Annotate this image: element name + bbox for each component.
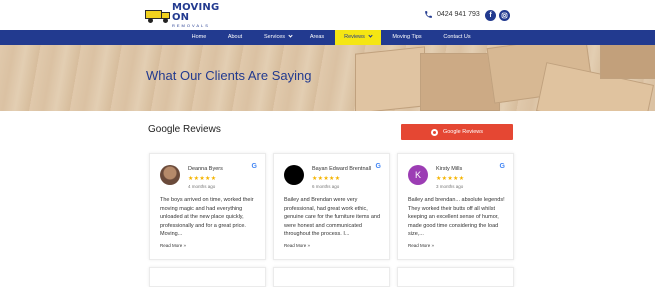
review-time: 4 months ago (188, 184, 216, 189)
nav-about[interactable]: About (220, 30, 250, 45)
google-icon: G (251, 163, 257, 170)
hero-box-image (355, 46, 425, 111)
chevron-down-icon (368, 33, 373, 38)
review-card-partial (273, 267, 390, 287)
review-text: Bailey and Brendan were very professiona… (284, 197, 381, 238)
review-time: 6 months ago (312, 184, 340, 189)
nav-home[interactable]: Home (183, 30, 215, 45)
google-reviews-button-label: Google Reviews (442, 129, 484, 135)
review-time: 3 months ago (436, 184, 464, 189)
nav-services[interactable]: Services (256, 30, 300, 45)
hero-banner: What Our Clients Are Saying (0, 45, 655, 111)
star-rating: ★★★★★ (436, 176, 465, 182)
nav-moving-tips[interactable]: Moving Tips (386, 30, 428, 45)
reviewer-name: Kirsty Mills (436, 166, 463, 172)
logo-sub-text: REMOVALS (171, 22, 210, 28)
reviewer-name: Deanna Byers (188, 166, 223, 172)
nav-reviews-label: Reviews (344, 34, 365, 40)
reviewer-name: Bayan Edward Brentnall (312, 166, 372, 172)
facebook-icon[interactable]: f (485, 10, 496, 21)
star-rating: ★★★★★ (188, 176, 217, 182)
google-reviews-button[interactable]: Google Reviews (401, 124, 513, 140)
main-nav: Home About Services Areas Reviews Moving… (0, 30, 655, 45)
star-rating: ★★★★★ (312, 176, 341, 182)
phone-link[interactable]: 0424 941 793 (424, 10, 480, 19)
google-icon: G (499, 163, 505, 170)
hero-box-image (536, 62, 654, 111)
review-card: Bayan Edward Brentnall ★★★★★ 6 months ag… (273, 153, 390, 260)
chevron-down-icon (288, 33, 293, 38)
review-text: Bailey and brendan... absolute legends! … (408, 197, 505, 238)
phone-number: 0424 941 793 (437, 11, 480, 18)
review-card-partial (149, 267, 266, 287)
read-more-link[interactable]: Read More » (284, 243, 310, 248)
read-more-link[interactable]: Read More » (160, 243, 186, 248)
site-logo[interactable]: MOVING ON REMOVALS (145, 1, 235, 27)
page-title: What Our Clients Are Saying (146, 68, 312, 83)
review-card-partial (397, 267, 514, 287)
avatar (284, 165, 304, 185)
google-icon (430, 128, 438, 136)
avatar (160, 165, 180, 185)
google-icon: G (375, 163, 381, 170)
hero-box-image (486, 45, 594, 104)
top-header: MOVING ON REMOVALS 0424 941 793 f (0, 0, 655, 30)
avatar: K (408, 165, 428, 185)
phone-icon (425, 11, 432, 18)
google-reviews-heading: Google Reviews (148, 124, 221, 135)
nav-contact-us[interactable]: Contact Us (436, 30, 478, 45)
hero-box-image (420, 53, 500, 111)
instagram-icon[interactable] (499, 10, 510, 21)
nav-reviews[interactable]: Reviews (335, 30, 381, 45)
logo-main-text: MOVING ON (171, 1, 220, 23)
review-card: K Kirsty Mills ★★★★★ 3 months ago G Bail… (397, 153, 514, 260)
review-text: The boys arrived on time, worked their m… (160, 197, 254, 238)
hero-box-image (600, 45, 655, 79)
nav-services-label: Services (263, 34, 286, 40)
truck-logo-icon (145, 8, 170, 23)
review-card: Deanna Byers ★★★★★ 4 months ago G The bo… (149, 153, 266, 260)
read-more-link[interactable]: Read More » (408, 243, 434, 248)
nav-areas[interactable]: Areas (302, 30, 332, 45)
